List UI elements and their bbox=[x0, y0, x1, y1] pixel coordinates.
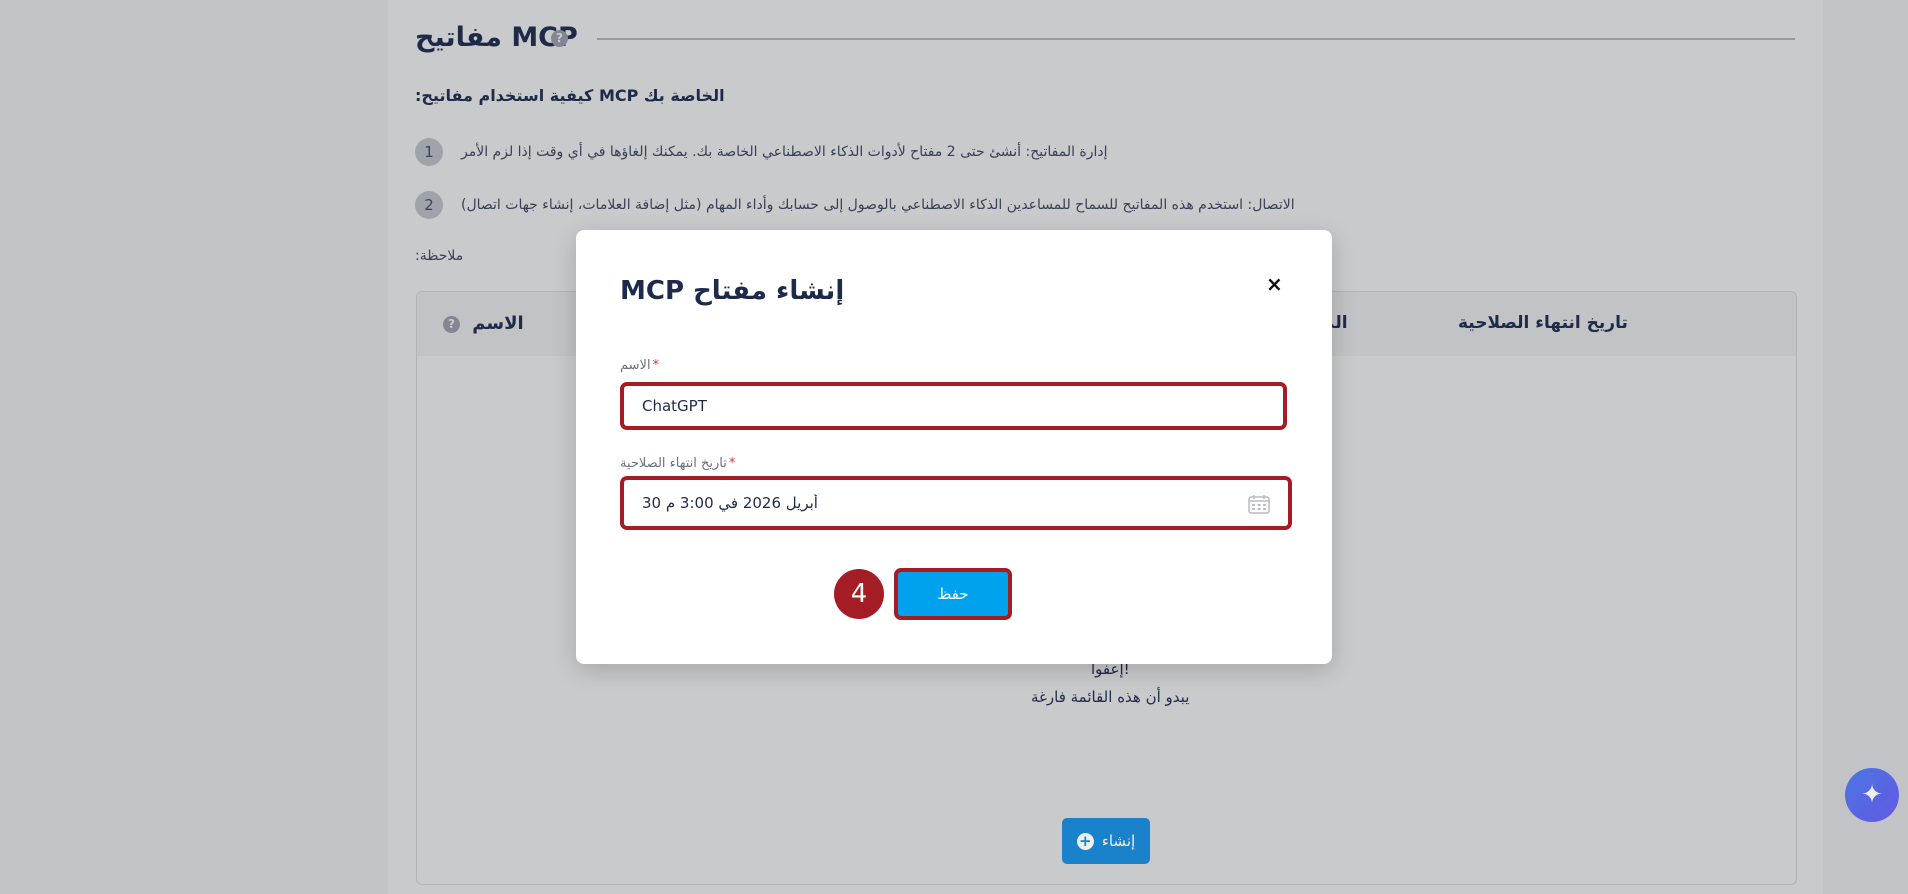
calendar-icon[interactable] bbox=[1248, 494, 1270, 514]
modal-title: إنشاء مفتاح MCP bbox=[620, 276, 845, 306]
name-field-label: الاسم * bbox=[620, 358, 659, 373]
name-input[interactable] bbox=[624, 397, 1283, 415]
expiry-date-input[interactable] bbox=[624, 494, 1288, 512]
name-label-text: الاسم bbox=[620, 358, 651, 373]
expiry-field-wrapper bbox=[620, 476, 1292, 530]
create-key-modal: إنشاء مفتاح MCP × الاسم* تاريخ انتهاء ال… bbox=[576, 230, 1332, 664]
save-button[interactable]: حفظ bbox=[894, 568, 1012, 620]
name-field-wrapper bbox=[620, 382, 1287, 430]
required-mark: * bbox=[728, 456, 736, 471]
close-icon[interactable]: × bbox=[1266, 272, 1283, 296]
expiry-field-label: تاريخ انتهاء الصلاحية * bbox=[620, 456, 735, 471]
expiry-label-text: تاريخ انتهاء الصلاحية bbox=[620, 456, 727, 471]
step-badge: 4 bbox=[834, 569, 884, 619]
required-mark: * bbox=[652, 358, 660, 373]
